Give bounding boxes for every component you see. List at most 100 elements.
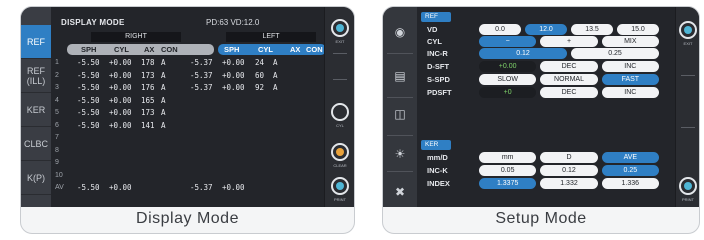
setting-option[interactable]: 12.0 bbox=[525, 24, 567, 35]
print-label: PRINT bbox=[682, 197, 694, 202]
right-ax: 165 bbox=[141, 95, 155, 105]
clear-icon[interactable] bbox=[331, 143, 349, 161]
eye-icon[interactable]: ◉ bbox=[392, 25, 408, 39]
row-number: 7 bbox=[55, 134, 59, 141]
setting-option[interactable]: mm bbox=[479, 152, 537, 163]
right-cyl: +0.00 bbox=[109, 95, 132, 105]
sidebar-tab-kp[interactable]: K(P) bbox=[21, 161, 51, 195]
setting-option[interactable]: 1.336 bbox=[601, 178, 659, 189]
left-ax: 24 bbox=[255, 58, 265, 67]
display-mode-panel: REF REF (ILL) KER CLBC K(P) DISPLAY MODE… bbox=[20, 6, 355, 234]
setting-option[interactable]: +0 bbox=[479, 87, 537, 98]
table-row: 2 -5.50 +0.00 173 A -5.37 +0.00 60 A bbox=[53, 70, 323, 81]
sidebar-tab-ker[interactable]: KER bbox=[21, 93, 51, 127]
setting-option[interactable]: + bbox=[540, 36, 598, 47]
right-cyl: +0.00 bbox=[109, 120, 132, 130]
divider bbox=[387, 135, 413, 136]
setting-option[interactable]: 0.12 bbox=[540, 165, 598, 176]
tools-icon[interactable]: ✖ bbox=[392, 185, 408, 199]
setting-option[interactable]: AVE bbox=[601, 152, 659, 163]
brightness-icon[interactable]: ☀ bbox=[392, 147, 408, 161]
left-cyl: +0.00 bbox=[222, 83, 245, 92]
setting-option[interactable]: DEC bbox=[540, 87, 598, 98]
row-number: 3 bbox=[55, 84, 59, 91]
setting-label: VD bbox=[427, 25, 438, 34]
row-number: 10 bbox=[55, 171, 63, 179]
right-con: A bbox=[161, 58, 166, 67]
chevron-down-icon[interactable] bbox=[681, 127, 695, 128]
setting-option[interactable]: − bbox=[479, 36, 537, 47]
header-sph-right: SPH bbox=[81, 45, 97, 54]
setting-option[interactable]: 0.05 bbox=[479, 165, 537, 176]
right-sph: -5.50 bbox=[77, 120, 100, 130]
right-con: A bbox=[161, 83, 166, 92]
setting-label: S-SPD bbox=[427, 75, 450, 84]
sidebar-tab-ref-ill[interactable]: REF (ILL) bbox=[21, 59, 51, 93]
network-icon[interactable]: ◫ bbox=[392, 107, 408, 121]
sidebar-tab-ref[interactable]: REF bbox=[21, 25, 51, 59]
setting-option[interactable]: 0.25 bbox=[601, 165, 659, 176]
setting-option[interactable]: NORMAL bbox=[540, 74, 598, 85]
right-eye-label: RIGHT bbox=[91, 32, 181, 42]
cyl-icon[interactable] bbox=[331, 103, 349, 121]
setting-option[interactable]: SLOW bbox=[479, 74, 537, 85]
setting-option[interactable]: INC bbox=[601, 61, 659, 72]
right-ax: 173 bbox=[141, 108, 155, 117]
display-mode-screen: REF REF (ILL) KER CLBC K(P) DISPLAY MODE… bbox=[21, 7, 354, 207]
ker-section-label: KER bbox=[421, 140, 451, 150]
setting-option[interactable]: 1.3375 bbox=[479, 178, 537, 189]
table-row: 10 bbox=[53, 170, 323, 181]
setting-option[interactable]: 1.332 bbox=[540, 178, 598, 189]
setting-option[interactable]: INC bbox=[601, 87, 659, 98]
average-right-cyl: +0.00 bbox=[109, 183, 132, 192]
row-number: 8 bbox=[55, 146, 59, 154]
right-con: A bbox=[161, 95, 166, 105]
setting-option[interactable]: 15.0 bbox=[617, 24, 659, 35]
right-cyl: +0.00 bbox=[109, 83, 132, 92]
printer-icon[interactable]: ▤ bbox=[392, 69, 408, 83]
row-number: 1 bbox=[55, 59, 59, 66]
setting-option[interactable]: 0.25 bbox=[571, 48, 659, 59]
setting-label: PDSFT bbox=[427, 88, 452, 97]
average-label: AV bbox=[55, 184, 64, 191]
average-left-sph: -5.37 bbox=[190, 183, 213, 192]
setting-option[interactable]: +0.00 bbox=[479, 61, 537, 72]
table-row: 1 -5.50 +0.00 178 A -5.37 +0.00 24 A bbox=[53, 57, 323, 68]
left-eye-label: LEFT bbox=[226, 32, 316, 42]
setting-option[interactable]: 13.5 bbox=[571, 24, 613, 35]
setting-option[interactable]: MIX bbox=[601, 36, 659, 47]
row-number: 5 bbox=[55, 109, 59, 116]
setting-option[interactable]: D bbox=[540, 152, 598, 163]
right-eye-header: SPH CYL AX CON bbox=[67, 44, 214, 55]
table-row: 4 -5.50 +0.00 165 A bbox=[53, 95, 323, 106]
setup-action-column: EXIT PRINT bbox=[675, 7, 699, 207]
divider bbox=[387, 53, 413, 54]
header-ax-left: AX bbox=[290, 45, 301, 54]
setting-option[interactable]: 0.12 bbox=[479, 48, 567, 59]
left-sph: -5.37 bbox=[190, 70, 213, 80]
table-row: 5 -5.50 +0.00 173 A bbox=[53, 107, 323, 118]
right-con: A bbox=[161, 108, 166, 117]
print-icon[interactable] bbox=[331, 177, 349, 195]
display-mode-caption: Display Mode bbox=[136, 210, 239, 227]
left-ax: 92 bbox=[255, 83, 265, 92]
pd-readout: PD:63 VD:12.0 bbox=[206, 18, 259, 27]
left-eye-header: SPH CYL AX CON bbox=[218, 44, 326, 55]
measurement-sidebar: REF REF (ILL) KER CLBC K(P) bbox=[21, 7, 51, 207]
chevron-up-icon[interactable] bbox=[681, 75, 695, 76]
setting-option[interactable]: DEC bbox=[540, 61, 598, 72]
exit-label: EXIT bbox=[683, 41, 693, 46]
right-cyl: +0.00 bbox=[109, 108, 132, 117]
header-cyl-left: CYL bbox=[258, 45, 273, 54]
left-con: A bbox=[273, 58, 278, 67]
table-row: 9 bbox=[53, 157, 323, 168]
exit-icon[interactable] bbox=[331, 19, 349, 37]
row-number: 6 bbox=[55, 121, 59, 129]
sidebar-tab-clbc[interactable]: CLBC bbox=[21, 127, 51, 161]
table-row: 7 bbox=[53, 132, 323, 143]
exit-icon[interactable] bbox=[679, 21, 697, 39]
setting-option[interactable]: 0.0 bbox=[479, 24, 521, 35]
setting-option[interactable]: FAST bbox=[601, 74, 659, 85]
exit-label: EXIT bbox=[335, 39, 345, 44]
print-icon[interactable] bbox=[679, 177, 697, 195]
